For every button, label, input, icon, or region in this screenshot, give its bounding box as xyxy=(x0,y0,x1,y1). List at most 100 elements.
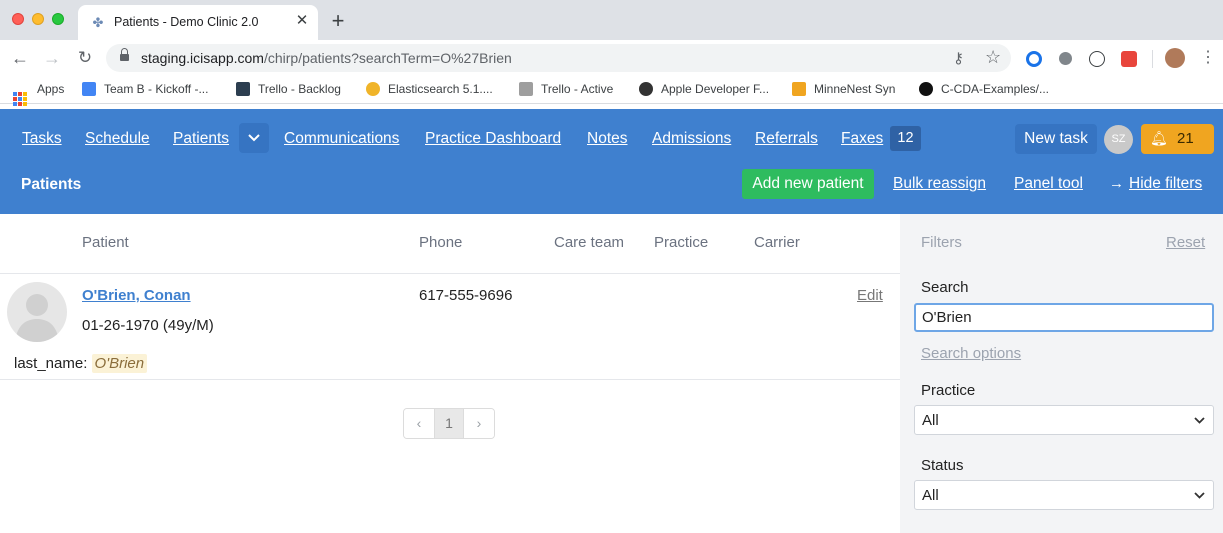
bookmark-minnenest[interactable]: MinneNest Syn xyxy=(792,82,895,96)
profile-avatar[interactable] xyxy=(1165,48,1185,68)
bookmark-apps[interactable]: Apps xyxy=(13,82,64,106)
nav-referrals[interactable]: Referrals xyxy=(755,130,818,148)
filters-title: Filters xyxy=(921,234,962,251)
panel-tool-link[interactable]: Panel tool xyxy=(1014,175,1083,193)
nav-patients[interactable]: Patients xyxy=(173,130,229,148)
bell-icon: 🔔︎ xyxy=(1150,130,1168,146)
search-label: Search xyxy=(921,279,969,296)
window-close-button[interactable] xyxy=(12,13,24,25)
match-value-highlight: O'Brien xyxy=(91,354,148,373)
column-header-phone[interactable]: Phone xyxy=(419,234,462,251)
lock-icon xyxy=(120,48,129,63)
notifications-count: 21 xyxy=(1177,130,1194,147)
docs-icon xyxy=(82,82,96,96)
nav-notes[interactable]: Notes xyxy=(587,130,628,148)
chevron-down-icon xyxy=(1194,492,1205,499)
patient-avatar xyxy=(7,282,67,342)
trello-icon xyxy=(236,82,250,96)
tab-title: Patients - Demo Clinic 2.0 xyxy=(114,15,259,29)
page-1-button[interactable]: 1 xyxy=(434,409,464,438)
patients-dropdown-button[interactable] xyxy=(239,123,269,153)
patient-phone: 617-555-9696 xyxy=(419,287,513,304)
edit-patient-link[interactable]: Edit xyxy=(857,287,883,304)
filters-panel: Filters Reset Search Search options Prac… xyxy=(900,214,1223,533)
clinic-favicon-icon: ✤ xyxy=(92,15,104,30)
new-tab-icon[interactable]: + xyxy=(328,10,348,32)
r-icon xyxy=(792,82,806,96)
forward-arrow-icon[interactable]: → xyxy=(40,46,64,70)
extension-face-icon[interactable] xyxy=(1089,51,1105,67)
apps-grid-icon xyxy=(13,92,27,106)
bookmark-team-b[interactable]: Team B - Kickoff -... xyxy=(82,82,208,96)
status-label: Status xyxy=(921,457,964,474)
patient-name-link[interactable]: O'Brien, Conan xyxy=(82,287,191,304)
url-text[interactable]: staging.icisapp.com/chirp/patients?searc… xyxy=(141,50,512,66)
add-new-patient-button[interactable]: Add new patient xyxy=(742,169,874,199)
back-arrow-icon[interactable]: ← xyxy=(8,46,32,70)
tab-close-icon[interactable]: ✕ xyxy=(293,12,311,30)
bookmark-apple-developer[interactable]: Apple Developer F... xyxy=(639,82,769,96)
column-header-care-team[interactable]: Care team xyxy=(554,234,624,251)
search-input[interactable] xyxy=(914,303,1214,332)
practice-select-value: All xyxy=(922,412,939,429)
trello-icon xyxy=(519,82,533,96)
status-select[interactable]: All xyxy=(914,480,1214,510)
chevron-down-icon xyxy=(248,134,260,142)
nav-faxes[interactable]: Faxes xyxy=(841,130,883,148)
header-divider xyxy=(0,273,900,274)
key-icon[interactable]: ⚷ xyxy=(953,49,964,67)
nav-practice-dashboard[interactable]: Practice Dashboard xyxy=(425,130,561,148)
reset-filters-link[interactable]: Reset xyxy=(1166,234,1205,251)
hide-filters-link[interactable]: Hide filters xyxy=(1129,175,1202,193)
next-page-button[interactable]: › xyxy=(464,409,494,438)
browser-tab[interactable]: ✤ Patients - Demo Clinic 2.0 ✕ xyxy=(78,5,318,40)
user-avatar[interactable]: SZ xyxy=(1104,125,1133,154)
row-divider xyxy=(0,379,900,380)
chevron-down-icon xyxy=(1194,417,1205,424)
match-field: last_name: xyxy=(14,355,88,372)
nav-admissions[interactable]: Admissions xyxy=(652,130,731,148)
elastic-icon xyxy=(366,82,380,96)
search-match: last_name: O'Brien xyxy=(14,354,148,373)
previous-page-button[interactable]: ‹ xyxy=(404,409,434,438)
patient-dob: 01-26-1970 (49y/M) xyxy=(82,317,214,334)
toolbar-divider xyxy=(1152,50,1153,68)
reload-icon[interactable]: ↻ xyxy=(73,46,97,70)
bookmark-ccda-examples[interactable]: C-CDA-Examples/... xyxy=(919,82,1049,96)
bookmark-star-icon[interactable]: ☆ xyxy=(985,47,1001,68)
notifications-button[interactable]: 🔔︎ 21 xyxy=(1141,124,1214,154)
status-select-value: All xyxy=(922,487,939,504)
bookmark-trello-active[interactable]: Trello - Active xyxy=(519,82,613,96)
app-header: Tasks Schedule Patients Communications P… xyxy=(0,109,1223,214)
bookmarks-bar: Apps Team B - Kickoff -... Trello - Back… xyxy=(0,76,1223,106)
nav-communications[interactable]: Communications xyxy=(284,130,399,148)
practice-label: Practice xyxy=(921,382,976,399)
pagination: ‹ 1 › xyxy=(403,408,495,439)
browser-menu-icon[interactable]: ⋮ xyxy=(1200,47,1216,69)
column-header-carrier[interactable]: Carrier xyxy=(754,234,800,251)
column-header-patient[interactable]: Patient xyxy=(82,234,129,251)
window-minimize-button[interactable] xyxy=(32,13,44,25)
browser-toolbar: ← → ↻ staging.icisapp.com/chirp/patients… xyxy=(0,40,1223,76)
nav-schedule[interactable]: Schedule xyxy=(85,130,150,148)
nav-tasks[interactable]: Tasks xyxy=(22,130,62,148)
window-maximize-button[interactable] xyxy=(52,13,64,25)
faxes-count-badge: 12 xyxy=(890,126,921,151)
column-header-practice[interactable]: Practice xyxy=(654,234,708,251)
bookmark-elasticsearch[interactable]: Elasticsearch 5.1.... xyxy=(366,82,493,96)
person-silhouette-icon xyxy=(15,294,59,342)
address-bar[interactable]: staging.icisapp.com/chirp/patients?searc… xyxy=(106,44,1011,72)
globe-icon xyxy=(639,82,653,96)
page-title: Patients xyxy=(21,176,82,193)
bulk-reassign-link[interactable]: Bulk reassign xyxy=(893,175,986,193)
new-task-button[interactable]: New task xyxy=(1015,124,1097,154)
browser-tab-strip: ✤ Patients - Demo Clinic 2.0 ✕ + xyxy=(0,0,1223,40)
extension-circle-icon[interactable] xyxy=(1026,51,1042,67)
extension-gray-icon[interactable] xyxy=(1059,52,1072,65)
practice-select[interactable]: All xyxy=(914,405,1214,435)
bookmark-trello-backlog[interactable]: Trello - Backlog xyxy=(236,82,341,96)
github-icon xyxy=(919,82,933,96)
extension-red-icon[interactable] xyxy=(1121,51,1137,67)
arrow-right-icon: → xyxy=(1109,175,1124,192)
search-options-link[interactable]: Search options xyxy=(921,345,1021,362)
